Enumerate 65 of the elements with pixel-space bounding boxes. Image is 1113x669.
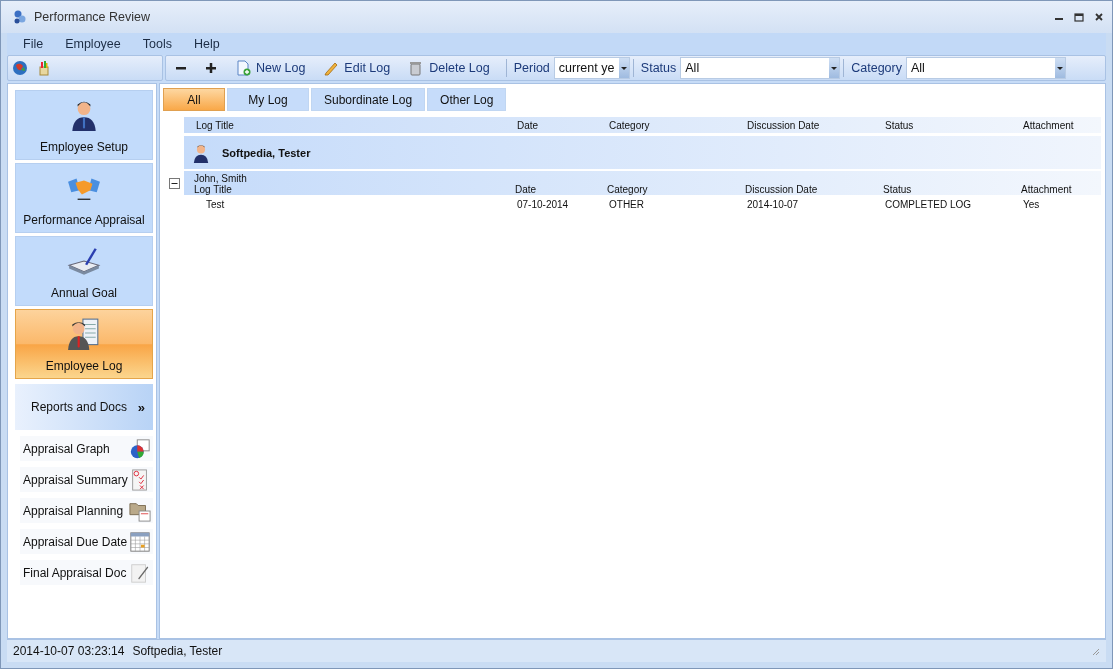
filter-tab[interactable]: Subordinate Log (311, 88, 426, 111)
collapse-toggle-icon[interactable] (169, 178, 180, 189)
pencil-icon (323, 60, 340, 76)
group-name: John, Smith (194, 173, 248, 184)
person-icon (192, 142, 210, 163)
table-cell-text: 2014-10-07 (747, 199, 800, 210)
column-header[interactable]: Date (517, 119, 609, 131)
column-header[interactable]: Status (883, 184, 1021, 195)
status-text: Softpedia, Tester (132, 644, 223, 658)
filter-tab[interactable]: All (163, 88, 225, 111)
table-cell-text: COMPLETED LOG (885, 199, 973, 210)
column-header[interactable]: Category (607, 184, 745, 195)
calendar-icon (129, 530, 151, 553)
filter-tab[interactable]: My Log (227, 88, 309, 111)
column-header[interactable]: Date (515, 184, 607, 195)
new-log-button[interactable]: New Log (230, 57, 311, 79)
edit-log-button[interactable]: Edit Log (318, 57, 396, 79)
column-header[interactable]: Discussion Date (747, 119, 885, 131)
menu-item[interactable]: Employee (57, 37, 129, 51)
column-header[interactable]: Attachment (1021, 184, 1101, 195)
person-document-icon (67, 317, 101, 351)
menu-item[interactable]: Help (185, 37, 228, 51)
app-icon (12, 9, 28, 25)
maximize-icon[interactable] (1074, 12, 1084, 22)
nav-button[interactable]: Annual Goal (15, 236, 153, 306)
filter-dropdown[interactable]: All (680, 57, 841, 79)
report-link[interactable]: Appraisal Graph (20, 436, 153, 461)
plus-icon (205, 62, 217, 74)
globe-icon[interactable] (12, 60, 28, 76)
table-cell-text: Yes (1023, 199, 1041, 210)
pie-chart-icon (129, 437, 151, 460)
report-link[interactable]: Appraisal Summary (20, 467, 153, 492)
menu-item[interactable]: File (15, 37, 52, 51)
table-cell-text: OTHER (609, 199, 645, 210)
delete-log-button[interactable]: Delete Log (403, 57, 495, 79)
nav-button[interactable]: Employee Setup (15, 90, 153, 160)
pencil-cup-icon[interactable] (36, 60, 52, 76)
document-pen-icon (129, 561, 151, 584)
filter-label: Category (850, 61, 903, 75)
filter-label: Status (639, 61, 678, 75)
column-header[interactable]: Category (609, 119, 747, 131)
filter-dropdown[interactable]: current ye (553, 57, 630, 79)
filter-tab[interactable]: Other Log (427, 88, 507, 111)
report-link[interactable]: Appraisal Due Date (20, 529, 153, 554)
menu-item[interactable]: Tools (134, 37, 180, 51)
new-document-icon (235, 60, 251, 76)
owner-name: Softpedia, Tester (222, 146, 311, 159)
status-text: 2014-10-07 03:23:14 (13, 644, 125, 658)
column-header[interactable]: Log Title (194, 184, 515, 195)
nav-button[interactable]: Performance Appraisal (15, 163, 153, 233)
reports-header[interactable]: Reports and Docs » (15, 384, 153, 430)
column-header[interactable]: Status (885, 119, 1023, 131)
table-cell-text: Test (205, 199, 226, 210)
filter-dropdown[interactable]: All (906, 57, 1066, 79)
column-header[interactable]: Discussion Date (745, 184, 883, 195)
column-header[interactable]: Log Title (196, 119, 517, 131)
report-link[interactable]: Final Appraisal Doc (20, 560, 153, 585)
column-header[interactable]: Attachment (1023, 119, 1101, 131)
filter-label: Period (512, 61, 551, 75)
resize-grip-icon[interactable] (1090, 646, 1100, 656)
nav-button[interactable]: Employee Log (15, 309, 153, 379)
close-icon[interactable] (1094, 12, 1104, 22)
report-link[interactable]: Appraisal Planning (20, 498, 153, 523)
table-cell-text: 07-10-2014 (517, 199, 570, 210)
window-title: Performance Review (34, 10, 150, 24)
